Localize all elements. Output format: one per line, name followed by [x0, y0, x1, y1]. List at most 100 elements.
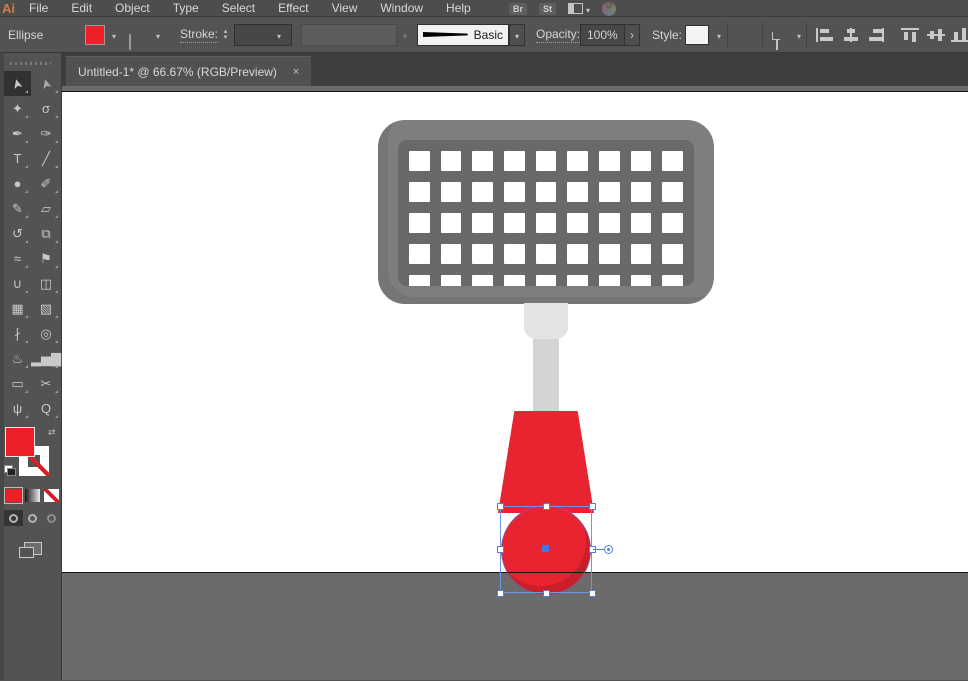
menu-edit[interactable]: Edit	[71, 1, 92, 15]
selection-handle[interactable]	[543, 503, 550, 510]
column-graph-tool[interactable]: ▂▅▇	[31, 346, 61, 371]
rotate-tool[interactable]: ↺	[4, 221, 31, 246]
shape-builder-tool[interactable]: ∪	[4, 271, 31, 296]
none-button[interactable]	[44, 489, 59, 502]
menu-view[interactable]: View	[332, 1, 358, 15]
align-right-button[interactable]	[866, 27, 884, 42]
grid-hole	[409, 182, 430, 202]
menu-object[interactable]: Object	[115, 1, 150, 15]
line-segment-tool[interactable]: ╱	[31, 146, 61, 171]
stroke-weight-chevron-icon[interactable]	[273, 28, 285, 42]
stroke-chevron-icon[interactable]	[152, 28, 164, 42]
opacity-expand-button[interactable]: ›	[624, 23, 640, 46]
draw-inside-button[interactable]	[42, 510, 61, 526]
gradient-button[interactable]	[25, 489, 40, 502]
selection-tool[interactable]: ➤	[4, 71, 31, 96]
selection-handle[interactable]	[497, 590, 504, 597]
stroke-panel-link[interactable]: Stroke:	[180, 27, 219, 43]
swap-fill-stroke-icon[interactable]: ⇄	[48, 427, 56, 438]
selection-handle[interactable]	[543, 590, 550, 597]
artboard-tool[interactable]: ▭	[4, 371, 31, 396]
transform-chevron-icon[interactable]	[793, 28, 805, 42]
gradient-tool[interactable]: ▧	[31, 296, 61, 321]
masher-shaft-shape[interactable]	[533, 334, 559, 413]
selection-handle[interactable]	[589, 503, 596, 510]
grid-hole	[630, 275, 652, 286]
bridge-button[interactable]: Br	[508, 2, 527, 15]
selection-handle[interactable]	[497, 503, 504, 510]
grid-hole	[630, 213, 652, 233]
brush-chevron-button[interactable]	[509, 23, 525, 46]
slice-tool[interactable]: ✂	[31, 371, 61, 396]
brush-definition-dropdown[interactable]: Basic	[417, 23, 509, 46]
menu-select[interactable]: Select	[222, 1, 255, 15]
paintbrush-tool[interactable]: ✐	[31, 171, 61, 196]
type-tool[interactable]: T	[4, 146, 31, 171]
menu-effect[interactable]: Effect	[278, 1, 308, 15]
selection-handle[interactable]	[589, 590, 596, 597]
canvas[interactable]	[62, 86, 968, 680]
puppet-warp-tool[interactable]: ⚑	[31, 246, 61, 271]
fill-color-swatch[interactable]	[85, 24, 105, 45]
transform-panel-icon[interactable]	[776, 33, 778, 50]
live-shape-rotate-widget[interactable]	[604, 545, 613, 554]
hand-tool[interactable]: ψ	[4, 396, 31, 421]
align-bottom-button[interactable]	[951, 27, 968, 42]
profile-chevron-icon	[399, 28, 411, 42]
menu-file[interactable]: File	[29, 1, 48, 15]
grid-hole	[409, 151, 430, 171]
close-tab-icon[interactable]: ×	[293, 66, 299, 78]
eyedropper-tool[interactable]: ∤	[4, 321, 31, 346]
stock-button[interactable]: St	[538, 2, 556, 15]
pencil-tool[interactable]: ✎	[4, 196, 31, 221]
curvature-tool[interactable]: ✑	[31, 121, 61, 146]
fill-chevron-icon[interactable]	[108, 28, 120, 42]
panel-grip-handle[interactable]	[10, 62, 51, 65]
illustrator-logo[interactable]: Ai	[2, 1, 15, 16]
workspace-switcher[interactable]	[567, 2, 590, 16]
tools-panel: ➤ ➤ ✦ σ ✒ ✑ T ╱ ● ✐ ✎ ▱ ↺ ⧉ ≈ ⚑ ∪ ◫ ▦ ▧ ∤ ◎ ♨ ▂▅▇ ▭ ✂ ψ Q ⇄	[0, 53, 62, 680]
selection-tool-icon: ➤	[8, 76, 26, 91]
rotate-tool-icon: ↺	[12, 225, 23, 241]
draw-normal-button[interactable]	[4, 510, 23, 526]
align-vertical-center-button[interactable]	[927, 27, 945, 42]
direct-selection-tool[interactable]: ➤	[31, 71, 61, 96]
screen-mode-button[interactable]	[18, 542, 42, 558]
align-top-button[interactable]	[901, 27, 919, 42]
pen-tool[interactable]: ✒	[4, 121, 31, 146]
scale-tool[interactable]: ⧉	[31, 221, 61, 246]
opacity-panel-link[interactable]: Opacity:	[536, 27, 581, 43]
magic-wand-tool-icon: ✦	[12, 100, 23, 116]
zoom-tool[interactable]: Q	[31, 396, 61, 421]
menu-type[interactable]: Type	[173, 1, 199, 15]
masher-grid-shape[interactable]	[398, 140, 694, 286]
stroke-weight-stepper[interactable]	[219, 24, 232, 46]
perspective-grid-tool[interactable]: ◫	[31, 271, 61, 296]
menu-window[interactable]: Window	[380, 1, 423, 15]
lasso-tool[interactable]: σ	[31, 96, 61, 121]
selection-handle[interactable]	[497, 546, 504, 553]
stroke-weight-field[interactable]	[234, 23, 292, 46]
menu-help[interactable]: Help	[446, 1, 471, 15]
document-tab[interactable]: Untitled-1* @ 66.67% (RGB/Preview) ×	[66, 56, 312, 86]
width-tool[interactable]: ≈	[4, 246, 31, 271]
default-fill-stroke-icon[interactable]	[4, 465, 16, 476]
fill-proxy-swatch[interactable]	[5, 427, 35, 457]
selection-center-point[interactable]	[542, 545, 549, 552]
masher-handle-shape[interactable]	[498, 411, 594, 513]
color-button[interactable]	[4, 487, 23, 504]
style-chevron-icon[interactable]	[713, 28, 725, 42]
align-left-button[interactable]	[816, 27, 834, 42]
align-horizontal-center-button[interactable]	[842, 27, 860, 42]
graphic-style-swatch[interactable]	[685, 24, 709, 45]
draw-behind-button[interactable]	[23, 510, 42, 526]
symbol-sprayer-tool[interactable]: ♨	[4, 346, 31, 371]
blend-tool[interactable]: ◎	[31, 321, 61, 346]
stroke-color-swatch[interactable]	[129, 33, 131, 50]
magic-wand-tool[interactable]: ✦	[4, 96, 31, 121]
masher-neck-shape[interactable]	[524, 303, 568, 339]
ellipse-tool[interactable]: ●	[4, 171, 31, 196]
mesh-tool[interactable]: ▦	[4, 296, 31, 321]
eraser-tool[interactable]: ▱	[31, 196, 61, 221]
gpu-performance-icon[interactable]	[602, 1, 616, 16]
